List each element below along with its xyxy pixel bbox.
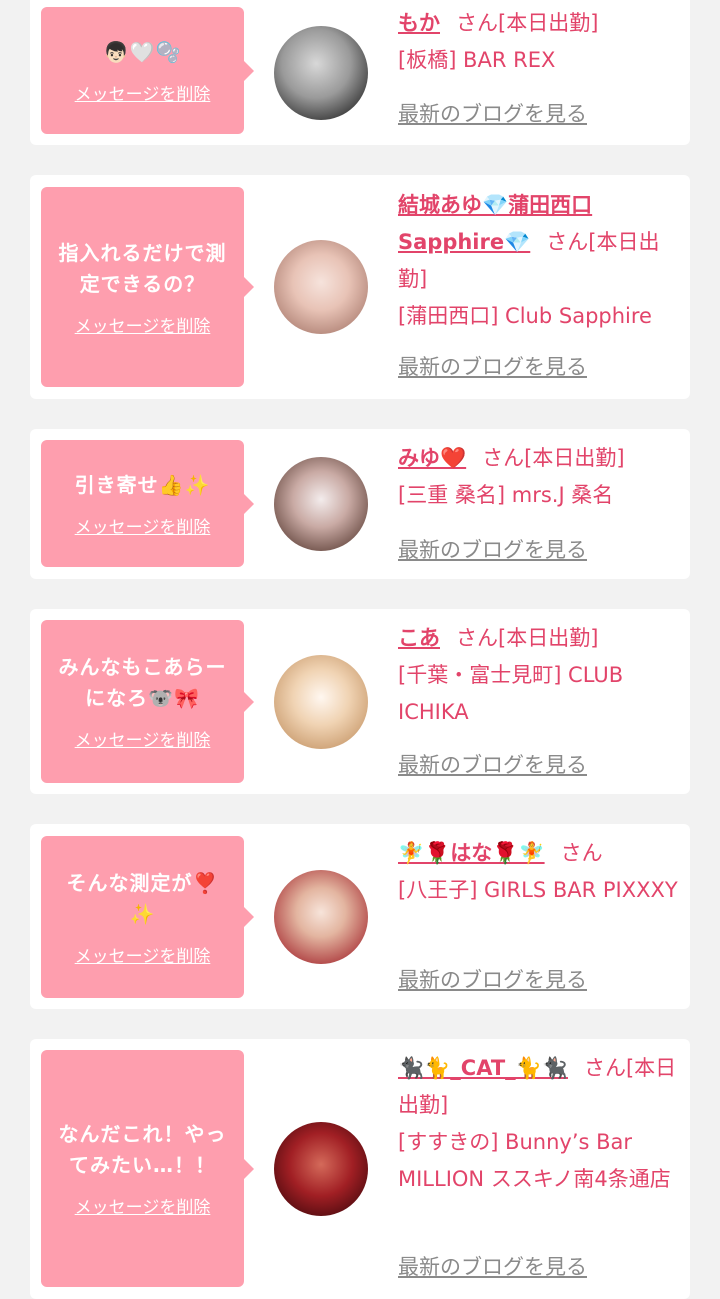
message-text: みんなもこあらー になろ🐨🎀 [58,655,227,710]
shop-name: [すすきの] Bunny’s Bar MILLION ススキノ南4条通店 [398,1130,671,1191]
cast-name-link[interactable]: みゆ❤️ [398,446,466,470]
delete-message-link[interactable]: メッセージを削除 [75,312,211,337]
message-card: 👦🏻🤍🫧 メッセージを削除 もか さん[本日出勤] [板橋] BAR REX 最新… [30,0,690,145]
message-text: 引き寄せ👍✨ [74,472,211,497]
latest-blog-link[interactable]: 最新のブログを見る [398,98,587,128]
latest-blog-link[interactable]: 最新のブログを見る [398,534,587,564]
shop-name: [三重 桑名] mrs.J 桑名 [398,483,614,507]
cast-name-link[interactable]: 🐈‍⬛🐈_CAT_🐈🐈‍⬛ [398,1056,568,1080]
message-bubble: 指入れるだけで測 定できるの？ メッセージを削除 [41,187,254,387]
cast-info: 🐈‍⬛🐈_CAT_🐈🐈‍⬛ さん[本日出勤] [すすきの] Bunny’s Bar… [398,1050,678,1198]
message-bubble: 引き寄せ👍✨ メッセージを削除 [41,440,254,567]
cast-status: さん[本日出勤] [482,446,625,470]
message-text: 指入れるだけで測 定できるの？ [58,240,227,296]
delete-message-link[interactable]: メッセージを削除 [75,80,211,105]
message-card: みんなもこあらー になろ🐨🎀 メッセージを削除 こあ さん[本日出勤] [千葉・富… [30,609,690,794]
cast-info: もか さん[本日出勤] [板橋] BAR REX [398,5,678,79]
cast-status: さん [560,841,603,865]
delete-message-link[interactable]: メッセージを削除 [75,942,211,967]
avatar[interactable] [274,26,368,120]
message-card: 指入れるだけで測 定できるの？ メッセージを削除 結城あゆ💎蒲田西口Sapphi… [30,175,690,399]
avatar[interactable] [274,240,368,334]
cast-info: 結城あゆ💎蒲田西口Sapphire💎 さん[本日出勤] [蒲田西口] Club S… [398,187,678,335]
avatar[interactable] [274,1122,368,1216]
shop-name: [蒲田西口] Club Sapphire [398,304,652,328]
message-bubble: 👦🏻🤍🫧 メッセージを削除 [41,7,254,134]
shop-name: [板橋] BAR REX [398,48,556,72]
message-text: なんだこれ！やっ てみたい…！！ [58,1122,227,1177]
cast-status: さん[本日出勤] [456,626,599,650]
cast-name-link[interactable]: 🧚🌹はな🌹🧚 [398,841,545,865]
cast-name-link[interactable]: もか [398,11,440,35]
message-bubble: みんなもこあらー になろ🐨🎀 メッセージを削除 [41,620,254,783]
cast-info: 🧚🌹はな🌹🧚 さん [八王子] GIRLS BAR PIXXXY [398,835,678,909]
latest-blog-link[interactable]: 最新のブログを見る [398,749,587,779]
latest-blog-link[interactable]: 最新のブログを見る [398,964,587,994]
avatar[interactable] [274,655,368,749]
avatar[interactable] [274,870,368,964]
avatar[interactable] [274,457,368,551]
delete-message-link[interactable]: メッセージを削除 [75,726,211,751]
cast-status: さん[本日出勤] [456,11,599,35]
shop-name: [千葉・富士見町] CLUB ICHIKA [398,663,624,724]
message-text: そんな測定が❣️ ✨ [66,870,219,926]
message-bubble: そんな測定が❣️ ✨ メッセージを削除 [41,836,254,998]
shop-name: [八王子] GIRLS BAR PIXXXY [398,878,678,902]
delete-message-link[interactable]: メッセージを削除 [75,513,211,538]
message-card: 引き寄せ👍✨ メッセージを削除 みゆ❤️ さん[本日出勤] [三重 桑名] mrs… [30,429,690,579]
latest-blog-link[interactable]: 最新のブログを見る [398,1251,587,1281]
message-card: そんな測定が❣️ ✨ メッセージを削除 🧚🌹はな🌹🧚 さん [八王子] GIRLS… [30,824,690,1009]
message-card: なんだこれ！やっ てみたい…！！ メッセージを削除 🐈‍⬛🐈_CAT_🐈🐈‍⬛ さ… [30,1039,690,1299]
message-bubble: なんだこれ！やっ てみたい…！！ メッセージを削除 [41,1050,254,1287]
cast-name-link[interactable]: こあ [398,626,440,650]
delete-message-link[interactable]: メッセージを削除 [75,1193,211,1218]
message-text: 👦🏻🤍🫧 [103,39,182,64]
cast-info: こあ さん[本日出勤] [千葉・富士見町] CLUB ICHIKA [398,620,678,731]
latest-blog-link[interactable]: 最新のブログを見る [398,351,587,381]
cast-info: みゆ❤️ さん[本日出勤] [三重 桑名] mrs.J 桑名 [398,440,678,514]
